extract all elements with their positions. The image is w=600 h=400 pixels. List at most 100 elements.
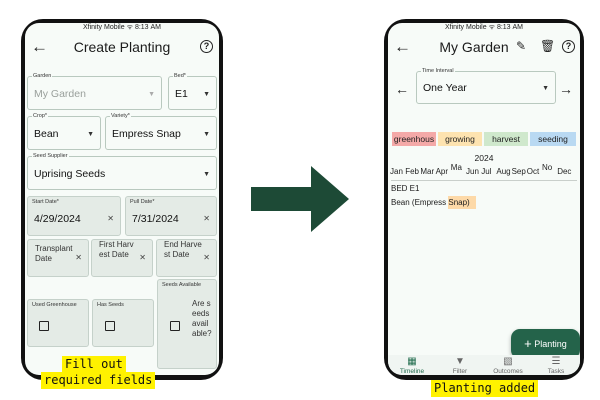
- status-time: 8:13 AM: [134, 24, 162, 31]
- month-label: No: [542, 163, 553, 172]
- clear-icon[interactable]: ✕: [203, 214, 210, 223]
- bed-value: E1: [175, 88, 188, 100]
- right-arrow-icon: [251, 166, 349, 232]
- used-greenhouse-checkbox[interactable]: [39, 321, 49, 331]
- previous-interval-icon[interactable]: ←: [395, 81, 409, 97]
- clear-icon[interactable]: ✕: [203, 253, 210, 262]
- time-interval-value: One Year: [423, 82, 467, 94]
- seeds-available-question: Are seeds available?: [192, 299, 212, 338]
- bed-select[interactable]: Bed* E1 ▼: [168, 73, 217, 110]
- calendar-icon: ▦: [407, 356, 417, 367]
- delete-icon[interactable]: 🗑: [540, 39, 555, 53]
- legend-seeding: seeding: [530, 132, 576, 146]
- transplant-date-field[interactable]: Transplant Date ✕: [27, 239, 89, 277]
- nav-timeline[interactable]: ▦ Timeline: [388, 356, 436, 375]
- used-greenhouse-label: Used Greenhouse: [32, 302, 77, 308]
- seeds-available-checkbox[interactable]: [170, 321, 180, 331]
- bed-label: Bed*: [173, 73, 187, 79]
- nav-filter[interactable]: ▼ Filter: [436, 356, 484, 375]
- phone-create-planting: Xfinity Mobile ᯤ 8:13 AM ← Create Planti…: [21, 19, 223, 380]
- month-label: Oct: [526, 167, 540, 176]
- status-bar: Xfinity Mobile ᯤ 8:13 AM: [388, 23, 580, 33]
- variety-value: Empress Snap: [112, 128, 181, 140]
- seed-supplier-select[interactable]: Seed Supplier Uprising Seeds ▼: [27, 153, 217, 190]
- wifi-icon: ᯤ: [126, 24, 133, 31]
- status-bar: Xfinity Mobile ᯤ 8:13 AM: [25, 23, 219, 33]
- planting-label: Bean (Empress: [391, 198, 449, 207]
- nav-outcomes-label: Outcomes: [493, 368, 523, 375]
- nav-outcomes[interactable]: ▧ Outcomes: [484, 356, 532, 375]
- month-label: Ma: [450, 163, 462, 172]
- nav-filter-label: Filter: [452, 368, 468, 375]
- start-date-value: 4/29/2024: [34, 213, 81, 225]
- clear-icon[interactable]: ✕: [107, 214, 114, 223]
- growing-bar[interactable]: Snap): [448, 196, 476, 209]
- dropdown-arrow-icon: ▼: [203, 131, 210, 138]
- start-date-field[interactable]: Start Date* 4/29/2024 ✕: [27, 196, 121, 236]
- caption-required-fields: required fields: [41, 372, 156, 389]
- seed-supplier-value: Uprising Seeds: [34, 168, 106, 180]
- has-seeds-checkbox[interactable]: [105, 321, 115, 331]
- clear-icon[interactable]: ✕: [139, 253, 146, 262]
- bed-heading: BED E1: [391, 184, 420, 193]
- dropdown-arrow-icon: ▼: [203, 91, 210, 98]
- phone-my-garden: Xfinity Mobile ᯤ 8:13 AM ← My Garden ✎ 🗑…: [384, 19, 584, 380]
- month-label: Sep: [511, 167, 526, 176]
- month-label: Dec: [557, 167, 572, 176]
- app-bar: ← My Garden ✎ 🗑 ?: [388, 35, 580, 61]
- seeds-available-label: Seeds Available: [162, 282, 202, 288]
- filter-icon: ▼: [455, 356, 465, 367]
- add-planting-label: Planting: [534, 339, 567, 349]
- caption-fill-out: Fill out: [62, 356, 126, 373]
- wifi-icon: ᯤ: [488, 24, 495, 31]
- month-label: Jul: [481, 167, 492, 176]
- planting-row[interactable]: Bean (Empress Snap): [391, 196, 476, 210]
- first-harvest-date-field[interactable]: First Harvest Date ✕: [91, 239, 153, 277]
- end-harvest-date-field[interactable]: End Harvest Date ✕: [156, 239, 217, 277]
- month-label: Jan: [390, 167, 403, 176]
- garden-select[interactable]: Garden My Garden ▼: [27, 73, 162, 110]
- used-greenhouse-field[interactable]: Used Greenhouse: [27, 299, 89, 347]
- first-harvest-date-label: First Harvest Date: [99, 240, 134, 259]
- month-label: Feb: [405, 167, 419, 176]
- seed-supplier-label: Seed Supplier: [32, 153, 69, 159]
- legend-greenhous: greenhous: [392, 132, 436, 146]
- checklist-icon: ☰: [551, 356, 561, 367]
- start-date-label: Start Date*: [32, 199, 59, 205]
- divider: [391, 180, 577, 181]
- my-garden-screen: Xfinity Mobile ᯤ 8:13 AM ← My Garden ✎ 🗑…: [388, 23, 580, 375]
- nav-tasks-label: Tasks: [547, 368, 565, 375]
- end-harvest-date-label: End Harvest Date: [164, 240, 202, 259]
- month-label: Aug: [496, 167, 511, 176]
- dropdown-arrow-icon: ▼: [542, 85, 549, 92]
- garden-label: Garden: [32, 73, 53, 79]
- legend-growing: growing: [438, 132, 482, 146]
- garden-value: My Garden: [34, 88, 86, 100]
- help-icon[interactable]: ?: [562, 40, 575, 53]
- time-interval-label: Time Interval: [421, 68, 455, 74]
- bar-chart-icon: ▧: [503, 356, 513, 367]
- status-carrier: Xfinity Mobile: [82, 24, 125, 31]
- crop-value: Bean: [34, 128, 59, 140]
- transplant-date-label: Transplant Date: [35, 244, 73, 263]
- seeds-available-field[interactable]: Seeds Available Are seeds available?: [157, 279, 217, 369]
- crop-label: Crop*: [32, 113, 49, 119]
- clear-icon[interactable]: ✕: [75, 253, 82, 262]
- month-label: Apr: [435, 167, 449, 176]
- month-label: Mar: [420, 167, 435, 176]
- help-icon[interactable]: ?: [200, 40, 213, 53]
- nav-timeline-label: Timeline: [399, 368, 425, 375]
- time-interval-select[interactable]: Time Interval One Year ▼: [416, 68, 556, 104]
- app-bar: ← Create Planting ?: [25, 35, 219, 61]
- caption-planting-added: Planting added: [431, 380, 539, 397]
- has-seeds-field[interactable]: Has Seeds: [92, 299, 154, 347]
- create-planting-screen: Xfinity Mobile ᯤ 8:13 AM ← Create Planti…: [25, 23, 219, 375]
- crop-select[interactable]: Crop* Bean ▼: [27, 113, 101, 150]
- next-interval-icon[interactable]: →: [559, 81, 573, 97]
- pull-date-field[interactable]: Pull Date* 7/31/2024 ✕: [125, 196, 217, 236]
- variety-select[interactable]: Variety* Empress Snap ▼: [105, 113, 217, 150]
- nav-tasks[interactable]: ☰ Tasks: [532, 356, 580, 375]
- month-label: Jun: [466, 167, 479, 176]
- plus-icon: +: [524, 336, 532, 351]
- edit-icon[interactable]: ✎: [516, 39, 526, 53]
